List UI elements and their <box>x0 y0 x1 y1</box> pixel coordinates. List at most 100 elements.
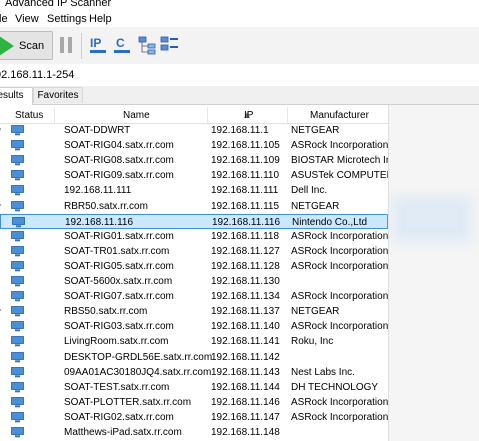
ip-cell: 192.168.11.110 <box>211 170 280 182</box>
table-row[interactable]: SOAT-TEST.satx.rr.com 192.168.11.144 DH TE… <box>0 380 388 395</box>
table-row[interactable]: SOAT-RIG02.satx.rr.com 192.168.11.147 ASRo… <box>0 410 388 425</box>
column-header-ip[interactable]: IP <box>244 110 253 121</box>
column-header-status[interactable]: Status <box>15 110 43 121</box>
computer-icon <box>11 200 24 211</box>
table-row[interactable]: 192.168.11.111 192.168.11.111 Dell Inc. <box>0 183 388 198</box>
table-row[interactable]: SOAT-PLOTTER.satx.rr.com 192.168.11.146 AS… <box>0 395 388 410</box>
ip-cell: 192.168.11.148 <box>211 427 280 438</box>
ip-range-input[interactable] <box>0 67 465 83</box>
device-name-cell: SOAT-RIG08.satx.rr.com <box>64 155 174 167</box>
menu-bar: le View Settings Help <box>0 11 479 27</box>
details-pane <box>388 105 479 441</box>
menu-settings[interactable]: Settings <box>47 13 87 25</box>
pause-button[interactable] <box>60 37 74 53</box>
device-name-cell: SOAT-RIG02.satx.rr.com <box>64 411 174 423</box>
expand-all-icon[interactable] <box>138 34 158 56</box>
computer-icon <box>11 427 24 438</box>
table-row[interactable]: SOAT-RIG07.satx.rr.com 192.168.11.134 ASRo… <box>0 289 388 304</box>
device-name-cell: DESKTOP-GRDL56E.satx.rr.com <box>64 351 213 363</box>
menu-view[interactable]: View <box>15 13 39 25</box>
ip-cell: 192.168.11.1 <box>211 125 269 136</box>
manufacturer-cell: ASRock Incorporation <box>291 245 388 257</box>
device-name-cell: RBS50.satx.rr.com <box>64 306 148 318</box>
computer-icon <box>11 125 24 136</box>
device-name-cell: SOAT-RIG07.satx.rr.com <box>64 291 174 303</box>
ip-cell: 192.168.11.146 <box>211 396 280 408</box>
column-separator[interactable] <box>287 107 288 123</box>
manufacturer-cell: NETGEAR <box>291 306 340 318</box>
table-row[interactable]: SOAT-RIG03.satx.rr.com 192.168.11.140 ASRo… <box>0 319 388 334</box>
ip-cell: 192.168.11.144 <box>211 381 280 393</box>
ip-cell: 192.168.11.111 <box>211 185 279 197</box>
table-row[interactable]: SOAT-RIG01.satx.rr.com 192.168.11.118 ASRo… <box>0 229 388 244</box>
ip-cell: 192.168.11.137 <box>211 306 280 318</box>
column-header-name[interactable]: Name <box>123 110 150 121</box>
ip-range-bar <box>0 64 479 87</box>
table-row[interactable]: Matthews-iPad.satx.rr.com 192.168.11.148 <box>0 425 388 440</box>
table-row[interactable]: SOAT-RIG08.satx.rr.com 192.168.11.109 BIOS… <box>0 153 388 168</box>
computer-icon <box>11 185 24 196</box>
manufacturer-cell: ASUSTek COMPUTER I... <box>291 170 388 182</box>
table-row[interactable]: 192.168.11.116 192.168.11.116 Nintendo Co.… <box>0 213 388 229</box>
tab-strip: esults Favorites <box>0 86 479 105</box>
ip-cell: 192.168.11.127 <box>211 245 280 257</box>
device-name-cell: SOAT-RIG01.satx.rr.com <box>64 230 174 242</box>
table-row[interactable]: › RBR50.satx.rr.com 192.168.11.115 NETGEAR <box>0 199 388 214</box>
tab-favorites[interactable]: Favorites <box>33 87 83 103</box>
expand-icon[interactable]: › <box>0 126 1 133</box>
device-name-cell: SOAT-RIG03.satx.rr.com <box>64 321 174 333</box>
ip-cell: 192.168.11.130 <box>211 276 280 287</box>
computer-icon <box>11 366 24 377</box>
device-name-cell: 09AA01AC30180JQ4.satx.rr.com <box>64 366 212 378</box>
table-row[interactable]: › SOAT-DDWRT 192.168.11.1 NETGEAR <box>0 123 388 138</box>
scan-button[interactable]: Scan <box>0 31 53 60</box>
table-row[interactable]: SOAT-RIG05.satx.rr.com 192.168.11.128 ASRo… <box>0 259 388 274</box>
computer-icon <box>11 260 24 272</box>
manufacturer-cell: ASRock Incorporation <box>291 321 388 333</box>
column-header-manufacturer[interactable]: Manufacturer <box>310 110 369 121</box>
expand-icon[interactable]: › <box>0 202 1 209</box>
computer-icon <box>11 155 24 166</box>
tab-results[interactable]: esults <box>0 87 33 105</box>
table-row[interactable]: LivingRoom.satx.rr.com 192.168.11.141 Roku… <box>0 334 388 349</box>
menu-file[interactable]: le <box>0 13 8 25</box>
manufacturer-cell: Nest Labs Inc. <box>291 366 355 378</box>
ip-icon[interactable]: IP <box>89 34 109 56</box>
table-row[interactable]: › RBS50.satx.rr.com 192.168.11.137 NETGEAR <box>0 304 388 319</box>
table-row[interactable]: SOAT-RIG09.satx.rr.com 192.168.11.110 ASUS… <box>0 168 388 183</box>
ip-cell: 192.168.11.128 <box>211 260 280 272</box>
c-subnet-icon[interactable]: C <box>113 34 133 56</box>
ip-cell: 192.168.11.142 <box>211 351 280 363</box>
manufacturer-cell: Roku, Inc <box>291 336 334 348</box>
device-name-cell: SOAT-TEST.satx.rr.com <box>64 381 170 393</box>
collapse-all-icon[interactable] <box>160 34 180 56</box>
menu-help[interactable]: Help <box>89 13 112 25</box>
device-name-cell: SOAT-RIG05.satx.rr.com <box>64 260 174 272</box>
table-row[interactable]: SOAT-RIG04.satx.rr.com 192.168.11.105 ASRo… <box>0 138 388 153</box>
ip-cell: 192.168.11.140 <box>211 321 280 333</box>
toolbar: Scan IP C <box>0 27 479 65</box>
pause-icon <box>60 37 64 53</box>
computer-icon <box>11 381 24 392</box>
title-bar: Advanced IP Scanner <box>0 0 479 11</box>
column-separator[interactable] <box>207 107 208 123</box>
device-name-cell: 192.168.11.111 <box>64 185 132 197</box>
column-separator[interactable] <box>54 107 55 123</box>
scan-button-label: Scan <box>19 40 45 52</box>
grid-header: Status Name ▲ IP Manufacturer <box>0 107 388 124</box>
computer-icon <box>11 396 24 408</box>
ip-cell: 192.168.11.118 <box>211 230 280 242</box>
table-row[interactable]: SOAT-TR01.satx.rr.com 192.168.11.127 ASRoc… <box>0 244 388 259</box>
device-name-cell: SOAT-RIG04.satx.rr.com <box>64 140 174 152</box>
ip-cell: 192.168.11.105 <box>211 140 280 152</box>
expand-icon[interactable]: › <box>0 307 1 314</box>
table-row[interactable]: DESKTOP-GRDL56E.satx.rr.com 192.168.11.14… <box>0 350 388 365</box>
play-icon <box>0 36 14 56</box>
table-row[interactable]: SOAT-5600x.satx.rr.com 192.168.11.130 <box>0 274 388 289</box>
computer-icon <box>11 291 24 302</box>
svg-text:IP: IP <box>90 36 101 50</box>
device-name-cell: SOAT-DDWRT <box>64 125 131 136</box>
manufacturer-cell: ASRock Incorporation <box>291 396 388 408</box>
table-row[interactable]: 09AA01AC30180JQ4.satx.rr.com 192.168.11.1… <box>0 365 388 380</box>
computer-icon <box>11 321 24 332</box>
